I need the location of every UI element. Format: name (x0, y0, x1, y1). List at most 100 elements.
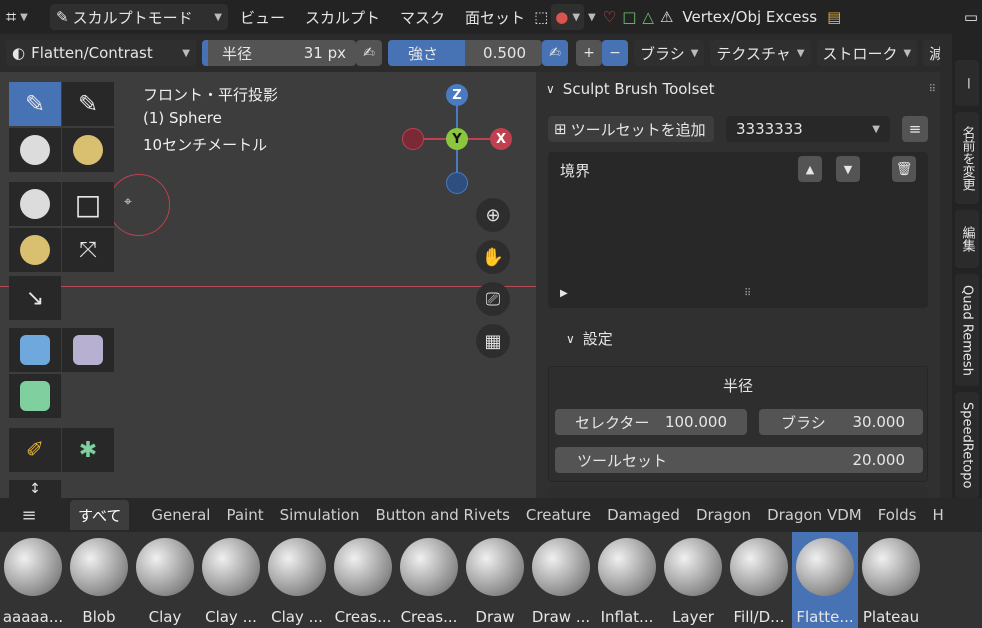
pressure-strength-icon[interactable]: ✍ (542, 40, 568, 66)
brush-asset[interactable]: Creas... (330, 532, 396, 628)
notes-icon[interactable]: ▤ (823, 4, 845, 30)
shelf-tab-creature[interactable]: Creature (518, 500, 599, 530)
brush-asset[interactable]: Creas... (396, 532, 462, 628)
brush-asset[interactable]: Clay ... (198, 532, 264, 628)
texture-dropdown[interactable]: テクスチャ ▼ (710, 40, 811, 66)
menu-sculpt[interactable]: スカルプト (299, 4, 386, 30)
brush-asset[interactable]: Draw ... (528, 532, 594, 628)
gizmo-neg-x-button[interactable] (402, 128, 424, 150)
shelf-tab-damaged[interactable]: Damaged (599, 500, 688, 530)
tool-transform[interactable]: ↕ (9, 480, 61, 498)
mode-select[interactable]: ✎ スカルプトモード ▼ (50, 4, 228, 30)
tool-draw-sharp[interactable]: ✎ (62, 82, 114, 126)
select-box-icon[interactable]: ⬚ (531, 4, 551, 30)
resize-handle-icon[interactable]: ⠿ (744, 288, 751, 299)
stroke-dropdown[interactable]: ストローク ▼ (816, 40, 918, 66)
tool-smooth[interactable] (9, 182, 61, 226)
tool-pose[interactable]: ⤧ (62, 228, 114, 272)
shading-dropdown[interactable]: ● ▼ (551, 4, 585, 30)
shelf-tab-dragon[interactable]: Dragon (688, 500, 759, 530)
add-toolset-button[interactable]: ⊞ ツールセットを追加 (548, 116, 714, 142)
radius-slider[interactable]: 半径 31 px (202, 40, 356, 66)
toolset-list[interactable]: 境界 ▲ ▼ 🗑 ▶ ⠿ (548, 152, 928, 308)
square-icon[interactable]: □ (619, 4, 639, 30)
tool-mask[interactable] (9, 328, 61, 372)
menu-mask[interactable]: マスク (394, 4, 451, 30)
brush-asset[interactable]: Inflat... (594, 532, 660, 628)
editor-type-button[interactable]: ⌗ ▼ (0, 4, 50, 30)
zoom-icon[interactable]: ⊕ (476, 198, 510, 232)
tool-clay[interactable] (9, 128, 61, 172)
shelf-tab-dragon-vdm[interactable]: Dragon VDM (759, 500, 870, 530)
menu-icon[interactable]: ≡ (902, 116, 928, 142)
subtract-mode-button[interactable]: − (602, 40, 628, 66)
brush-asset[interactable]: Plateau (858, 532, 924, 628)
gizmo-x-button[interactable]: X (490, 128, 512, 150)
list-item[interactable]: 境界 (560, 160, 590, 181)
move-down-button[interactable]: ▼ (836, 156, 860, 182)
move-up-button[interactable]: ▲ (798, 156, 822, 182)
tool-cloth[interactable] (62, 328, 114, 372)
tab-speedretopo[interactable]: SpeedRetopo (955, 392, 979, 498)
tool-grab[interactable] (9, 228, 61, 272)
pressure-radius-icon[interactable]: ✍ (356, 40, 382, 66)
addon-label[interactable]: Vertex/Obj Excess (676, 4, 823, 30)
tool-color-filter[interactable]: ✱ (62, 428, 114, 472)
heart-icon[interactable]: ♡ (600, 4, 619, 30)
camera-icon[interactable]: ⎚ (476, 282, 510, 316)
tool-box-mask[interactable]: □ (62, 182, 114, 226)
window-icon[interactable]: ▭ (960, 4, 982, 30)
brush-asset[interactable]: aaaaa... (0, 532, 66, 628)
brush-asset[interactable]: Flatte... (792, 532, 858, 628)
gizmo-z-button[interactable]: Z (446, 84, 468, 106)
toolset-field[interactable]: ツールセット 20.000 (555, 447, 923, 473)
panel-header[interactable]: ∨ Sculpt Brush Toolset ⠿ (546, 78, 936, 100)
expand-icon[interactable]: ▶ (560, 288, 568, 299)
drag-handle-icon[interactable]: ⠿ (929, 84, 936, 95)
tool-face-set[interactable] (9, 374, 61, 418)
menu-view[interactable]: ビュー (234, 4, 291, 30)
gizmo-neg-z-button[interactable] (446, 172, 468, 194)
toolset-select[interactable]: 3333333 ▼ (726, 116, 890, 142)
grid-ortho-icon[interactable]: ▦ (476, 324, 510, 358)
selector-field[interactable]: セレクター 100.000 (555, 409, 747, 435)
shelf-tab-paint[interactable]: Paint (218, 500, 271, 530)
brush-asset[interactable]: Blob (66, 532, 132, 628)
brush-asset[interactable]: Layer (660, 532, 726, 628)
triangle-icon[interactable]: △ (639, 4, 657, 30)
menu-face-sets[interactable]: 面セット (459, 4, 531, 30)
tab-edit[interactable]: 編集 (955, 210, 979, 268)
brush-field[interactable]: ブラシ 30.000 (759, 409, 923, 435)
tool-snake-hook[interactable]: ↘ (9, 276, 61, 320)
shelf-tab-button-rivets[interactable]: Button and Rivets (368, 500, 518, 530)
add-mode-button[interactable]: + (576, 40, 602, 66)
tab-tool[interactable]: ー (955, 60, 979, 106)
gizmo-y-button[interactable]: Y (446, 128, 468, 150)
tab-rename[interactable]: 名前を変更 (955, 112, 979, 204)
brush-asset[interactable]: Clay ... (264, 532, 330, 628)
3d-viewport[interactable]: フロント・平行投影 (1) Sphere 10センチメートル ⌖ ✎ ✎ □ ⤧… (0, 72, 536, 498)
shelf-tab-folds[interactable]: Folds (870, 500, 925, 530)
tool-draw[interactable]: ✎ (9, 82, 61, 126)
settings-header[interactable]: ∨ 設定 (566, 328, 613, 349)
shelf-tab-h[interactable]: H (924, 500, 951, 530)
trash-icon[interactable]: 🗑 (892, 156, 916, 182)
brush-thumbnail (862, 538, 920, 596)
strength-slider[interactable]: 強さ 0.500 (388, 40, 542, 66)
brush-asset[interactable]: Fill/D... (726, 532, 792, 628)
tab-quad-remesh[interactable]: Quad Remesh (955, 274, 979, 386)
shelf-tab-general[interactable]: General (143, 500, 218, 530)
shelf-tab-all[interactable]: すべて (70, 500, 130, 530)
brush-asset[interactable]: Clay (132, 532, 198, 628)
shelf-menu-icon[interactable]: ≡ (0, 500, 58, 530)
brush-settings-dropdown[interactable]: ブラシ ▼ (634, 40, 705, 66)
tool-clay-strips[interactable] (62, 128, 114, 172)
shelf-tab-simulation[interactable]: Simulation (272, 500, 368, 530)
brush-asset[interactable]: Draw (462, 532, 528, 628)
overlay-dropdown[interactable]: ▼ (584, 4, 600, 30)
panel-scrollbar[interactable] (940, 34, 952, 498)
tool-annotate[interactable]: ✐ (9, 428, 61, 472)
brush-select[interactable]: ◐ Flatten/Contrast ▼ (6, 40, 196, 66)
chevron-down-icon: ▼ (214, 11, 222, 23)
pan-hand-icon[interactable]: ✋ (476, 240, 510, 274)
